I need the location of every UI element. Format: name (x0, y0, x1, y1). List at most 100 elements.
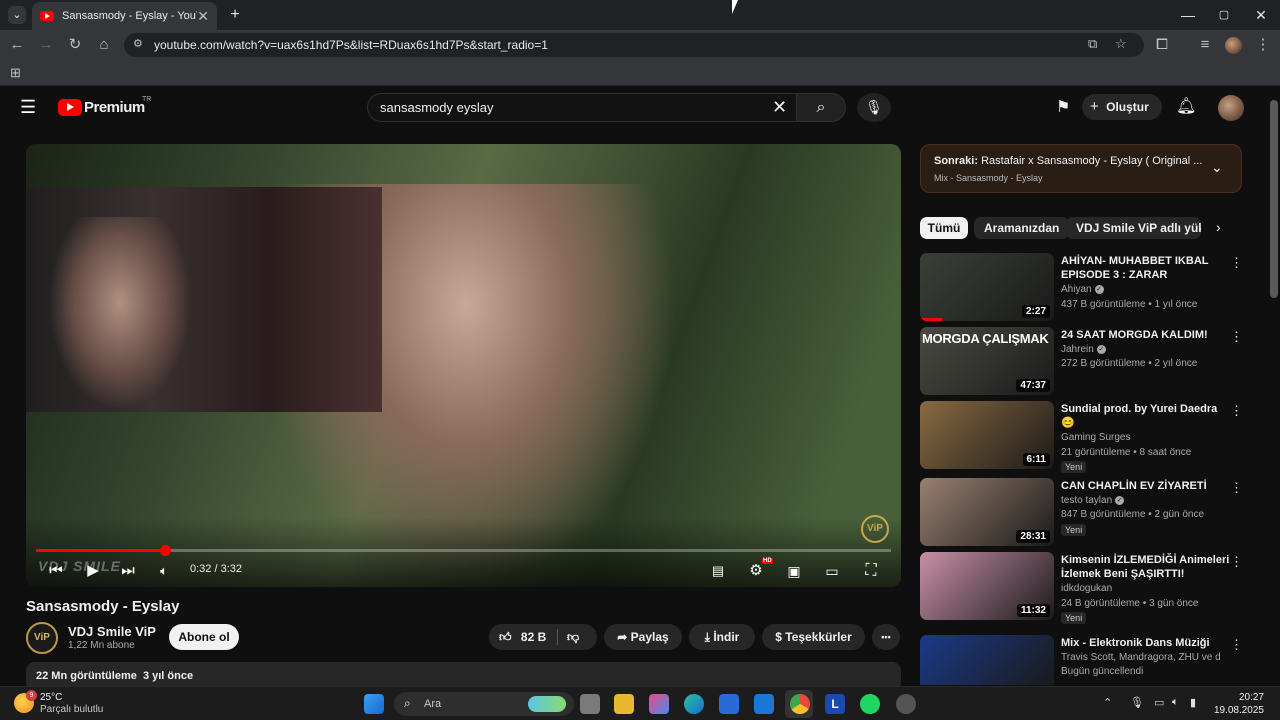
like-icon[interactable]: 👍︎ (499, 630, 512, 644)
volume-icon[interactable]: 🔈︎ (152, 559, 176, 583)
chip-from-channel[interactable]: VDJ Smile ViP adlı yükle (1066, 217, 1201, 239)
launcher-l-icon[interactable]: L (825, 694, 845, 714)
tray-chevron-up-icon[interactable]: ⌃ (1103, 696, 1112, 709)
rec-item[interactable]: 11:32 Kimsenin İZLEMEDİĞİ Animeleri İzle… (920, 552, 1250, 624)
file-explorer-icon[interactable] (614, 694, 634, 714)
youtube-logo-icon[interactable] (58, 99, 82, 116)
search-input[interactable]: sansasmody eyslay (380, 100, 493, 115)
apps-grid-icon[interactable]: ⊞ (10, 65, 21, 81)
logo-premium-text[interactable]: Premium (84, 99, 145, 116)
copilot-icon[interactable] (649, 694, 669, 714)
chip-from-search[interactable]: Aramanızdan (974, 217, 1070, 239)
download-button[interactable]: ⤓ İndir (689, 624, 755, 650)
media-control-icon[interactable]: ≡ (1194, 35, 1216, 55)
create-button[interactable]: + Oluştur (1082, 94, 1162, 120)
tray-network-icon[interactable]: ▭ (1154, 696, 1164, 709)
reload-icon[interactable]: ↻ (64, 35, 86, 55)
rec-title[interactable]: Sundial prod. by Yurei Daedra 😊 (1061, 402, 1231, 430)
page-scrollbar[interactable] (1270, 100, 1278, 298)
clock-date[interactable]: 19.08.2025 (1206, 705, 1264, 716)
voice-search-button[interactable]: 🎙 (857, 93, 891, 122)
like-count[interactable]: 82 B (521, 630, 546, 644)
rec-item[interactable]: Mix - Elektronik Dans Müziği Travis Scot… (920, 635, 1250, 685)
spotify-icon[interactable] (860, 694, 880, 714)
rec-thumbnail[interactable]: 28:31 (920, 478, 1054, 546)
youtube-avatar[interactable] (1218, 95, 1244, 121)
home-icon[interactable]: ⌂ (93, 35, 115, 55)
extensions-icon[interactable]: ⧠ (1151, 35, 1173, 55)
install-app-icon[interactable]: ⧉ (1088, 36, 1097, 52)
channel-name[interactable]: VDJ Smile ViP (68, 624, 156, 639)
chevron-down-icon[interactable]: ⌄ (1211, 159, 1223, 176)
outlook-icon[interactable] (754, 694, 774, 714)
bookmark-star-icon[interactable]: ☆ (1115, 36, 1127, 52)
chrome-icon[interactable] (790, 694, 810, 714)
dislike-icon[interactable]: 👎︎ (567, 624, 579, 650)
rec-title[interactable]: Kimsenin İZLEMEDİĞİ Animeleri İzlemek Be… (1061, 553, 1231, 581)
profile-avatar[interactable] (1225, 37, 1242, 54)
search-button[interactable]: ⌕ (796, 93, 846, 122)
rec-item[interactable]: 6:11 Sundial prod. by Yurei Daedra 😊 Gam… (920, 401, 1250, 473)
rec-channel[interactable]: Travis Scott, Mandragora, ZHU ve daha f.… (1061, 652, 1221, 663)
hamburger-menu-icon[interactable]: ☰ (20, 97, 36, 118)
rec-item[interactable]: 2:27 AHİYAN- MUHABBET IKBAL EPISODE 3 : … (920, 253, 1250, 321)
rec-channel[interactable]: Gaming Surges (1061, 432, 1130, 443)
rec-title[interactable]: CAN CHAPLİN EV ZİYARETİ (1061, 479, 1231, 493)
next-icon[interactable]: ⏭ (116, 559, 140, 583)
rec-title[interactable]: Mix - Elektronik Dans Müziği (1061, 636, 1231, 650)
rec-thumbnail[interactable]: 2:27 (920, 253, 1054, 321)
tray-battery-icon[interactable]: ▮ (1190, 696, 1196, 709)
rec-item[interactable]: 28:31 CAN CHAPLİN EV ZİYARETİ testo tayl… (920, 478, 1250, 546)
rec-more-icon[interactable]: ⋮ (1230, 403, 1243, 419)
theater-mode-icon[interactable]: ▭ (820, 559, 844, 583)
previous-icon[interactable]: ⏮ (44, 559, 68, 583)
tab-search-button[interactable]: ⌄ (8, 6, 26, 24)
rec-more-icon[interactable]: ⋮ (1230, 480, 1243, 496)
share-button[interactable]: ➦ Paylaş (604, 624, 682, 650)
rec-thumbnail[interactable]: MORGDA ÇALIŞMAK 47:37 (920, 327, 1054, 395)
steam-icon[interactable] (896, 694, 916, 714)
browser-menu-icon[interactable]: ⋮ (1252, 35, 1274, 55)
mix-playlist-panel[interactable]: Sonraki: Rastafair x Sansasmody - Eyslay… (920, 144, 1242, 193)
tab-close-icon[interactable]: ✕ (197, 8, 209, 25)
rec-thumbnail[interactable]: 6:11 (920, 401, 1054, 469)
chip-all[interactable]: Tümü (920, 217, 968, 239)
task-view-icon[interactable] (580, 694, 600, 714)
rec-channel[interactable]: idkdogukan (1061, 583, 1112, 594)
fullscreen-icon[interactable]: ⛶ (859, 559, 883, 583)
address-bar[interactable]: ⚙ youtube.com/watch?v=uax6s1hd7Ps&list=R… (124, 33, 1144, 57)
subtitles-icon[interactable]: ▤ (706, 559, 730, 583)
rec-title[interactable]: AHİYAN- MUHABBET IKBAL EPISODE 3 : ZARAR… (1061, 254, 1231, 282)
thanks-button[interactable]: $ Teşekkürler (762, 624, 865, 650)
windows-start-icon[interactable] (364, 694, 384, 714)
new-tab-button[interactable]: + (226, 6, 244, 24)
rec-more-icon[interactable]: ⋮ (1230, 637, 1243, 653)
back-arrow-icon[interactable]: ← (6, 35, 28, 55)
more-actions-button[interactable]: ••• (872, 624, 900, 650)
rec-thumbnail[interactable] (920, 635, 1054, 685)
rec-more-icon[interactable]: ⋮ (1230, 554, 1243, 570)
tray-volume-icon[interactable]: 🔈︎ (1172, 696, 1179, 709)
rec-more-icon[interactable]: ⋮ (1230, 255, 1243, 271)
clock-time[interactable]: 20:27 (1214, 692, 1264, 703)
rec-item[interactable]: MORGDA ÇALIŞMAK 47:37 24 SAAT MORGDA KAL… (920, 327, 1250, 395)
video-player[interactable]: VDJ SMILE ViP ⏮ ▶ ⏭ 🔈︎ 0:32 / 3:32 ▤ ⚙ H… (26, 144, 901, 587)
store-icon[interactable] (719, 694, 739, 714)
browser-tab-youtube[interactable]: Sansasmody - Eyslay - YouTube ✕ (32, 2, 217, 30)
forward-arrow-icon[interactable]: → (35, 35, 57, 55)
maximize-button[interactable]: ▢ (1206, 4, 1242, 26)
taskbar-search[interactable]: ⌕ Ara (394, 692, 574, 716)
minimize-button[interactable]: — (1170, 4, 1206, 26)
rec-more-icon[interactable]: ⋮ (1230, 329, 1243, 345)
search-box[interactable]: sansasmody eyslay ✕ (367, 93, 797, 122)
channel-avatar[interactable]: ViP (26, 622, 58, 654)
clear-search-icon[interactable]: ✕ (772, 97, 787, 118)
close-window-button[interactable]: ✕ (1243, 4, 1279, 26)
temperature[interactable]: 25°C (40, 692, 62, 703)
progress-bar[interactable] (36, 545, 891, 556)
edge-icon[interactable] (684, 694, 704, 714)
tray-mic-icon[interactable]: 🎙 (1130, 696, 1144, 709)
rec-thumbnail[interactable]: 11:32 (920, 552, 1054, 620)
weather-text[interactable]: Parçalı bulutlu (40, 704, 103, 715)
notifications-bell-icon[interactable]: 🔔︎ (1176, 96, 1196, 116)
